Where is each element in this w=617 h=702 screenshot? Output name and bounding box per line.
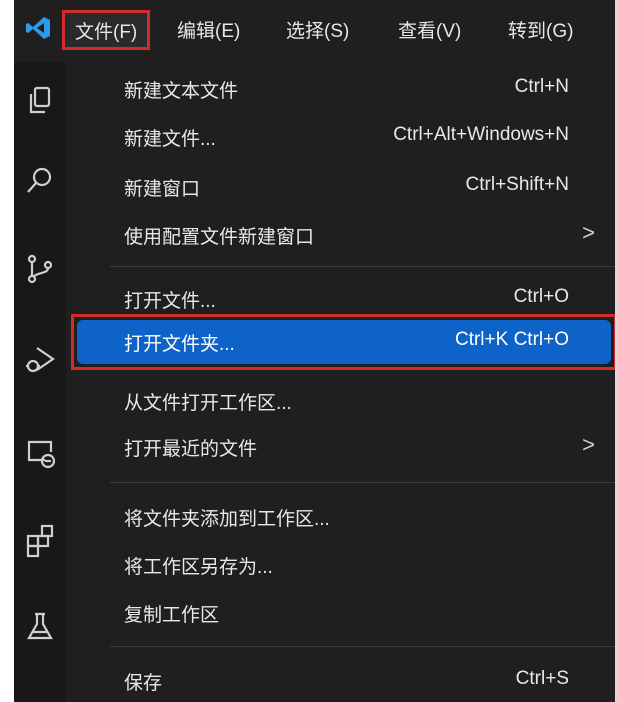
extensions-icon[interactable]	[23, 524, 57, 558]
testing-icon[interactable]	[23, 610, 57, 644]
chevron-right-icon: >	[582, 220, 595, 245]
menu-item-shortcut: Ctrl+S	[515, 668, 569, 689]
menu-item-label: 复制工作区	[124, 605, 220, 626]
outer-margin	[0, 0, 14, 702]
file-menu-dropdown: 新建文本文件 Ctrl+N 新建文件... Ctrl+Alt+Windows+N…	[66, 62, 617, 702]
menu-item-save-workspace-as[interactable]: 将工作区另存为...	[66, 544, 617, 586]
run-debug-icon[interactable]	[23, 342, 57, 376]
menu-item-new-text-file[interactable]: 新建文本文件 Ctrl+N	[66, 68, 617, 110]
menu-item-duplicate-workspace[interactable]: 复制工作区	[66, 592, 617, 634]
menu-item-save[interactable]: 保存 Ctrl+S	[66, 660, 617, 702]
menu-item-shortcut: Ctrl+K Ctrl+O	[454, 329, 569, 350]
menu-file[interactable]: 文件(F)	[62, 10, 151, 50]
menu-item-add-folder-to-workspace[interactable]: 将文件夹添加到工作区...	[66, 496, 617, 538]
menu-bar: 文件(F) 编辑(E) 选择(S) 查看(V) 转到(G)	[14, 0, 617, 63]
vscode-window: 文件(F) 编辑(E) 选择(S) 查看(V) 转到(G) 新建文本文件 Ctr…	[0, 0, 617, 702]
menu-item-label: 新建文件...	[124, 129, 216, 150]
menu-item-shortcut: Ctrl+N	[514, 76, 569, 97]
menu-item-new-window[interactable]: 新建窗口 Ctrl+Shift+N	[66, 166, 617, 208]
menu-item-open-folder[interactable]: 打开文件夹... Ctrl+K Ctrl+O	[66, 321, 617, 363]
menu-item-label: 新建文本文件	[124, 81, 239, 102]
menu-item-label: 从文件打开工作区...	[124, 393, 292, 414]
menu-item-label: 保存	[124, 673, 163, 694]
menu-separator	[110, 482, 617, 483]
menu-item-open-recent[interactable]: 打开最近的文件 >	[66, 426, 617, 468]
source-control-icon[interactable]	[23, 252, 57, 286]
menu-separator	[110, 646, 617, 647]
explorer-icon[interactable]	[23, 84, 57, 118]
menu-item-label: 将文件夹添加到工作区...	[124, 509, 330, 530]
menu-item-label: 打开文件夹...	[124, 334, 235, 355]
activity-bar	[14, 62, 66, 702]
menu-item-label: 将工作区另存为...	[124, 557, 273, 578]
menu-item-label: 新建窗口	[124, 179, 201, 200]
menu-view[interactable]: 查看(V)	[388, 14, 471, 50]
menu-edit[interactable]: 编辑(E)	[167, 14, 250, 50]
menu-item-shortcut: Ctrl+Alt+Windows+N	[393, 124, 569, 145]
menu-item-label: 打开文件...	[124, 291, 216, 312]
remote-explorer-icon[interactable]	[23, 436, 57, 470]
menu-go[interactable]: 转到(G)	[498, 14, 583, 50]
menu-item-shortcut: Ctrl+O	[513, 286, 569, 307]
chevron-right-icon: >	[582, 432, 595, 457]
menu-item-shortcut: Ctrl+Shift+N	[465, 174, 569, 195]
menu-separator	[110, 266, 617, 267]
menu-selection[interactable]: 选择(S)	[276, 14, 359, 50]
search-icon[interactable]	[23, 164, 57, 198]
menu-item-new-window-with-profile[interactable]: 使用配置文件新建窗口 >	[66, 214, 617, 256]
menu-item-open-workspace-from-file[interactable]: 从文件打开工作区...	[66, 380, 617, 422]
menu-item-label: 使用配置文件新建窗口	[124, 227, 315, 248]
menu-item-label: 打开最近的文件	[124, 439, 258, 460]
menu-item-new-file[interactable]: 新建文件... Ctrl+Alt+Windows+N	[66, 116, 617, 158]
vscode-logo-icon	[24, 14, 52, 42]
